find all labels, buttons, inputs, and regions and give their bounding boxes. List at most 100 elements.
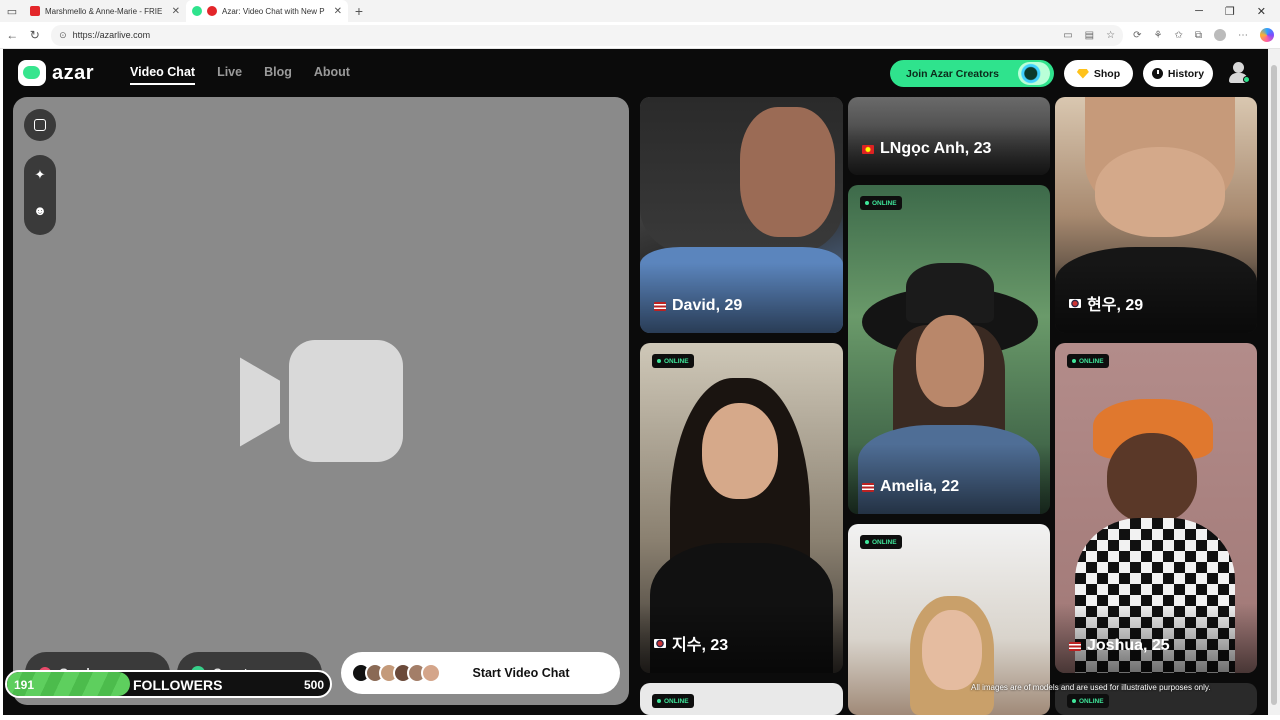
close-tab-icon[interactable]: ✕ — [172, 6, 180, 17]
photo-face — [916, 315, 984, 407]
profile-name-text: Joshua, 25 — [1087, 637, 1170, 654]
followers-label: FOLLOWERS — [133, 677, 223, 693]
extensions-area: ⟳ ⚘ ✩ ⧉ ⋯ — [1133, 28, 1274, 42]
site-header: azar Video Chat Live Blog About Join Aza… — [3, 49, 1268, 97]
menu-icon[interactable]: ⋯ — [1238, 30, 1248, 41]
browser-tab-2[interactable]: Azar: Video Chat with New P ✕ — [186, 0, 348, 22]
followers-goal-bar: 191 FOLLOWERS 500 — [5, 670, 332, 698]
extension-icon[interactable]: ⚘ — [1153, 30, 1162, 41]
url-text: https://azarlive.com — [72, 30, 151, 40]
kr-flag-icon — [1069, 298, 1081, 308]
profile-name: 지수, 23 — [654, 631, 728, 655]
favorites-icon[interactable]: ✩ — [1174, 30, 1182, 41]
online-badge: ONLINE — [1067, 694, 1109, 708]
photo-face — [1107, 433, 1197, 523]
azar-page: azar Video Chat Live Blog About Join Aza… — [3, 49, 1268, 715]
profile-card-ngoc-anh[interactable]: LNgọc Anh, 23 — [848, 97, 1050, 175]
us-flag-icon — [1069, 641, 1081, 651]
nav-blog[interactable]: Blog — [264, 65, 292, 85]
gem-icon — [1076, 68, 1089, 79]
address-bar[interactable]: ⊙ https://azarlive.com ▭ ▤ ☆ — [51, 24, 1124, 46]
site-info-icon[interactable]: ⊙ — [59, 30, 67, 41]
record-favicon-icon — [207, 6, 217, 16]
online-badge: ONLINE — [652, 354, 694, 368]
profile-name: LNgọc Anh, 23 — [862, 140, 991, 158]
browser-toolbar: ← ↻ ⊙ https://azarlive.com ▭ ▤ ☆ ⟳ ⚘ ✩ ⧉… — [0, 22, 1280, 49]
close-tab-icon[interactable]: ✕ — [334, 6, 342, 17]
youtube-favicon-icon — [30, 6, 40, 16]
history-button[interactable]: History — [1143, 60, 1213, 87]
followers-goal: 500 — [303, 678, 324, 692]
logo-text: azar — [52, 61, 95, 84]
camera-off-icon-lens — [240, 357, 280, 447]
nav-video-chat[interactable]: Video Chat — [130, 65, 196, 85]
sparkle-effects-icon[interactable]: ✦ — [24, 167, 56, 183]
profile-name-text: Amelia, 22 — [880, 478, 960, 495]
profile-card-amelia[interactable]: ONLINE Amelia, 22 — [848, 185, 1050, 514]
followers-current: 191 — [14, 678, 35, 692]
start-label: Start Video Chat — [472, 666, 570, 680]
back-icon[interactable]: ← — [6, 28, 19, 42]
profile-name-text: 지수, 23 — [672, 637, 729, 654]
account-avatar-icon[interactable] — [1228, 61, 1250, 85]
nav-about[interactable]: About — [314, 65, 350, 85]
camera-in-use-icon[interactable]: ▭ — [1063, 30, 1072, 41]
photo-hands — [1095, 147, 1225, 237]
video-preview-panel: ✦ ☻ Gender ︿ Country ︿ Start Video Chat — [13, 97, 629, 705]
tab-actions-icon[interactable]: ▭ — [0, 0, 24, 22]
copilot-icon[interactable] — [1259, 28, 1274, 42]
minimize-icon[interactable]: ─ — [1195, 5, 1203, 18]
photo-face — [922, 610, 982, 690]
us-flag-icon — [654, 301, 666, 311]
disclaimer-text: All images are of models and are used fo… — [971, 683, 1211, 692]
collections-icon[interactable]: ⧉ — [1195, 30, 1202, 41]
azar-logo[interactable]: azar — [18, 60, 94, 86]
sync-icon[interactable]: ⟳ — [1133, 30, 1141, 41]
photo-arm — [740, 107, 835, 237]
window-controls: ─ ❐ ✕ — [1195, 5, 1280, 18]
azar-logo-icon — [18, 60, 46, 86]
profile-name: 현우, 29 — [1069, 291, 1143, 315]
creators-label: Join Azar Creators — [906, 67, 999, 80]
profile-name-text: LNgọc Anh, 23 — [880, 140, 992, 157]
profile-card-partial[interactable]: ONLINE — [640, 683, 843, 715]
photo-hat-crown — [906, 263, 994, 323]
photo-face — [702, 403, 778, 499]
refresh-icon[interactable]: ↻ — [29, 28, 42, 42]
user-avatars-stack — [351, 663, 441, 683]
shop-button[interactable]: Shop — [1064, 60, 1133, 87]
profile-card-david[interactable]: David, 29 — [640, 97, 843, 333]
reading-mode-icon[interactable]: ▤ — [1085, 30, 1094, 41]
profile-icon[interactable] — [1213, 29, 1226, 41]
expand-icon — [34, 119, 46, 131]
profile-name: Joshua, 25 — [1069, 637, 1170, 655]
fullscreen-button[interactable] — [24, 109, 56, 141]
tab-title: Azar: Video Chat with New P — [222, 6, 325, 16]
start-video-chat-button[interactable]: Start Video Chat — [341, 652, 620, 694]
join-creators-button[interactable]: Join Azar Creators — [890, 60, 1054, 87]
profile-name: David, 29 — [654, 297, 742, 315]
profile-card-hyunwoo[interactable]: 현우, 29 — [1055, 97, 1257, 333]
scrollbar-thumb[interactable] — [1271, 65, 1277, 705]
main-nav: Video Chat Live Blog About — [130, 65, 350, 85]
online-badge: ONLINE — [1067, 354, 1109, 368]
us-flag-icon — [862, 482, 874, 492]
new-tab-button[interactable]: + — [348, 3, 370, 19]
nav-live[interactable]: Live — [217, 65, 242, 85]
vn-flag-icon — [862, 144, 874, 154]
page-scrollbar[interactable] — [1268, 49, 1280, 715]
shop-label: Shop — [1093, 67, 1121, 80]
extension-favicon-icon — [192, 6, 202, 16]
face-mask-icon[interactable]: ☻ — [24, 203, 56, 218]
browser-tab-1[interactable]: Marshmello & Anne-Marie - FRIE ✕ — [24, 0, 186, 22]
creators-camera-icon — [1018, 62, 1050, 85]
maximize-icon[interactable]: ❐ — [1225, 5, 1235, 18]
online-badge: ONLINE — [860, 535, 902, 549]
clock-icon — [1151, 68, 1163, 79]
profile-card-jisu[interactable]: ONLINE 지수, 23 — [640, 343, 843, 673]
profile-card-joshua[interactable]: ONLINE Joshua, 25 — [1055, 343, 1257, 673]
online-badge: ONLINE — [860, 196, 902, 210]
favorite-star-icon[interactable]: ☆ — [1106, 30, 1115, 41]
profile-name-text: David, 29 — [672, 297, 743, 314]
close-window-icon[interactable]: ✕ — [1257, 5, 1266, 18]
